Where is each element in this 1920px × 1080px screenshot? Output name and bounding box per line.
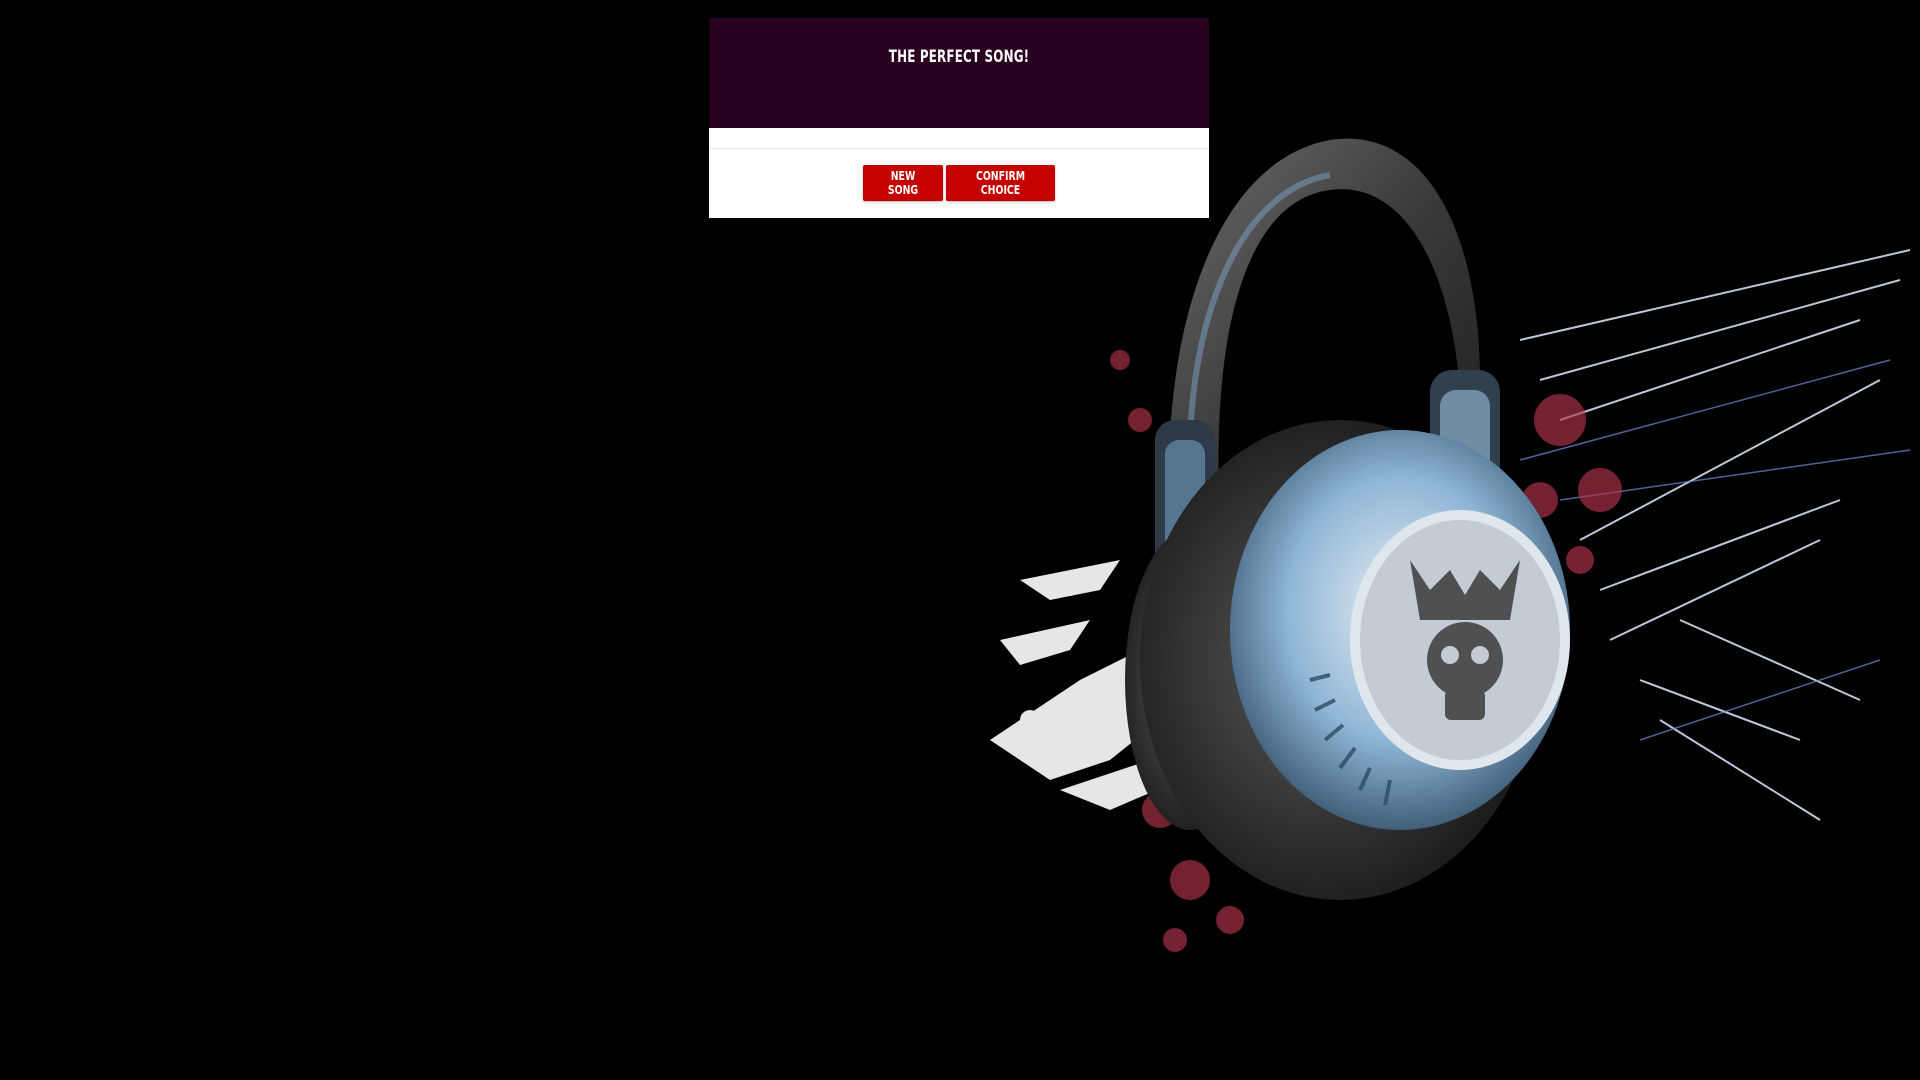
headphones-illustration — [990, 138, 1911, 952]
dialog-body — [709, 128, 1209, 149]
new-song-button[interactable]: New Song — [863, 165, 943, 201]
scratch-lines-decoration — [1519, 249, 1911, 821]
dialog-title: The Perfect Song! — [888, 47, 1030, 67]
confirm-choice-button-label: Confirm Choice — [975, 169, 1026, 197]
new-song-button-label: New Song — [887, 169, 919, 197]
song-dialog: The Perfect Song! New Song Confirm Choic… — [709, 18, 1209, 218]
page: The Perfect Song! New Song Confirm Choic… — [0, 0, 1920, 1080]
dialog-footer: New Song Confirm Choice — [709, 149, 1209, 201]
dialog-header: The Perfect Song! — [709, 18, 1209, 128]
confirm-choice-button[interactable]: Confirm Choice — [946, 165, 1055, 201]
